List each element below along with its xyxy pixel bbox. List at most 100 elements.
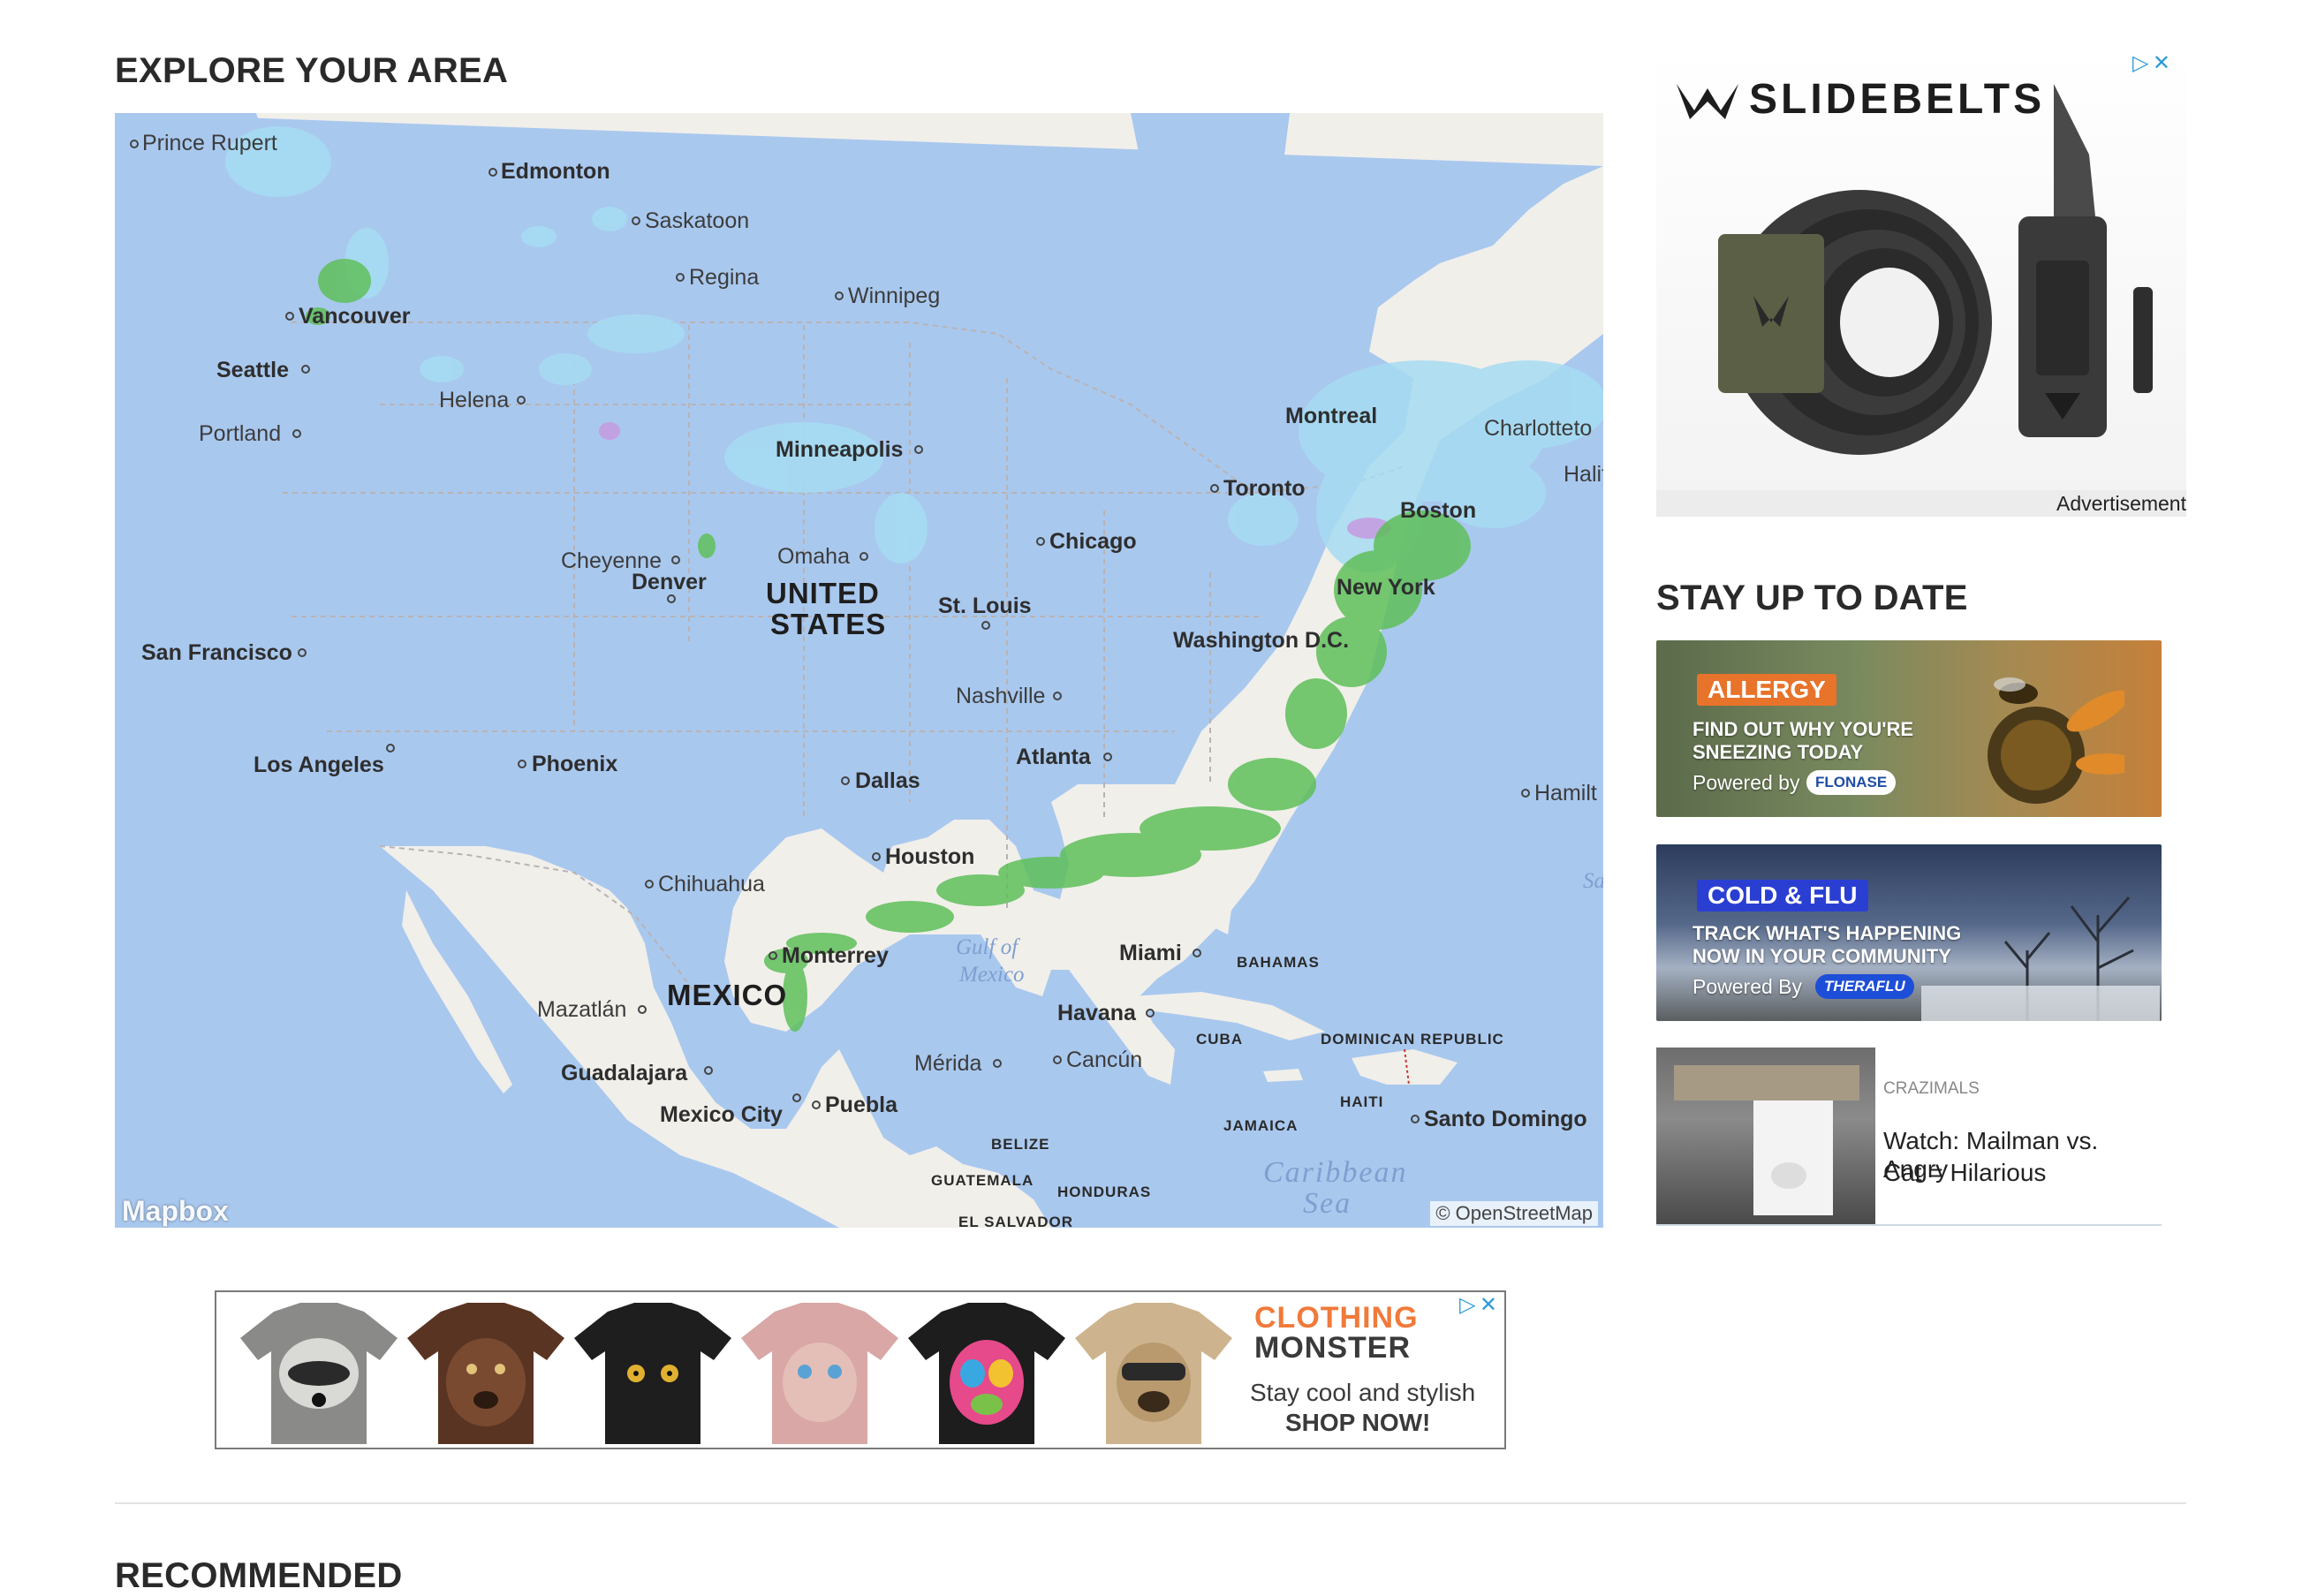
map-label: Monterrey — [782, 943, 889, 968]
article-title-line-2[interactable]: Cat = Hilarious — [1883, 1159, 2046, 1187]
map-label: HAITI — [1340, 1093, 1383, 1110]
map-label: New York — [1337, 575, 1435, 600]
map-label: Portland — [199, 421, 281, 446]
close-icon[interactable]: ✕ — [2153, 51, 2170, 75]
map-label: San Francisco — [141, 640, 292, 665]
map-label: CUBA — [1196, 1031, 1243, 1048]
map-label: HONDURAS — [1057, 1184, 1151, 1200]
map-label: GUATEMALA — [931, 1172, 1034, 1189]
map-label: Houston — [885, 844, 974, 869]
slidebelts-ad[interactable]: SLIDEBELTS ▷ ✕ Advertisement — [1656, 49, 2186, 522]
map-label: Mexico — [958, 963, 1025, 987]
adchoices-icon[interactable]: ▷ — [1459, 1293, 1475, 1317]
map-label: Vancouver — [299, 304, 411, 329]
map-label: Los Angeles — [254, 753, 384, 777]
pug-shirt-image — [1073, 1303, 1234, 1449]
cold-flu-headline-2: NOW IN YOUR COMMUNITY — [1692, 945, 1951, 967]
close-icon[interactable]: ✕ — [1480, 1293, 1497, 1317]
map-label: Seattle — [216, 358, 289, 382]
cold-flu-tag: COLD & FLU — [1697, 880, 1868, 911]
lake-superior — [1042, 378, 1210, 422]
map-label: Atlanta — [1016, 745, 1092, 769]
section-divider — [115, 1502, 2186, 1504]
hudson-bay — [1131, 113, 1290, 272]
recommended-title: RECOMMENDED — [115, 1556, 403, 1595]
map-label: Helena — [439, 388, 509, 412]
map-label: Phoenix — [532, 752, 617, 776]
theraflu-logo: THERAFLU — [1815, 974, 1914, 999]
map-label: Nashville — [956, 684, 1045, 708]
stay-up-to-date-title: STAY UP TO DATE — [1656, 579, 1968, 617]
map-label: BELIZE — [991, 1136, 1049, 1153]
map-label: Gulf of — [956, 935, 1020, 959]
map-label: Prince Rupert — [142, 131, 277, 155]
ad-image[interactable]: SLIDEBELTS ▷ ✕ — [1656, 49, 2186, 490]
map-label: JAMAICA — [1223, 1117, 1298, 1134]
west-coast — [115, 113, 389, 846]
map-label: Mérida — [914, 1051, 982, 1076]
map-label: Sa — [1583, 869, 1603, 893]
allergy-headline-2: SNEEZING TODAY — [1692, 741, 1864, 763]
explore-title: EXPLORE YOUR AREA — [115, 51, 509, 90]
map-label: UNITED — [766, 577, 880, 609]
map-label: Puebla — [825, 1093, 898, 1117]
map-label: Denver — [632, 570, 707, 594]
map-attribution[interactable]: © OpenStreetMap — [1430, 1201, 1598, 1226]
slidebelts-logo-icon — [1672, 75, 1743, 123]
map-label: Edmonton — [501, 159, 610, 184]
map-label: Mazatlán — [537, 997, 626, 1022]
map-label: BAHAMAS — [1237, 954, 1320, 971]
hispaniola — [1352, 1049, 1458, 1085]
clothing-cta[interactable]: SHOP NOW! — [1285, 1409, 1430, 1437]
weather-map[interactable]: Prince Rupert Edmonton Saskatoon Regina … — [115, 113, 1603, 1228]
cold-flu-headline-1: TRACK WHAT'S HAPPENING — [1692, 922, 1962, 944]
firestarter-image — [2133, 287, 2153, 393]
clothing-tagline: Stay cool and stylish — [1250, 1379, 1476, 1406]
map-label: Winnipeg — [848, 284, 940, 308]
ad-label: Advertisement — [2056, 492, 2186, 515]
sphynx-cat-shirt-image — [739, 1303, 900, 1449]
map-label: Havana — [1057, 1001, 1137, 1025]
dog-shirt-image — [405, 1303, 566, 1449]
adchoices-icon[interactable]: ▷ — [2132, 51, 2148, 75]
map-label: DOMINICAN REPUBLIC — [1321, 1031, 1504, 1048]
lake-erie — [1157, 546, 1228, 577]
map-label: EL SALVADOR — [958, 1214, 1073, 1228]
map-label: Chihuahua — [658, 872, 765, 896]
colorful-dog-shirt-image — [906, 1303, 1067, 1449]
map-label: Regina — [689, 265, 759, 290]
map-label: Dallas — [855, 768, 920, 793]
jamaica — [1263, 1069, 1303, 1082]
bee-flower-image — [1948, 658, 2138, 808]
clothing-monster-ad[interactable]: CLOTHING MONSTER Stay cool and stylish S… — [215, 1290, 1506, 1449]
map-label: Caribbean — [1263, 1156, 1407, 1189]
map-label: Mexico City — [660, 1102, 783, 1127]
map-label: STATES — [770, 608, 886, 640]
clothing-brand-line-2: MONSTER — [1254, 1331, 1411, 1365]
flonase-logo: FLONASE — [1806, 770, 1897, 795]
map-label: Minneapolis — [776, 437, 903, 462]
allergy-tag: ALLERGY — [1697, 674, 1836, 706]
map-label: Montreal — [1285, 404, 1377, 428]
mapbox-logo[interactable]: Mapbox — [122, 1195, 229, 1228]
map-label: Sea — [1303, 1187, 1352, 1220]
ad-label-bar: Advertisement — [1656, 490, 2186, 517]
raccoon-shirt-image — [239, 1303, 399, 1449]
map-label: Halif — [1564, 462, 1603, 487]
map-label: Omaha — [777, 544, 850, 569]
map-label: Toronto — [1223, 476, 1306, 501]
belt-image — [1700, 172, 1992, 464]
allergy-promo[interactable]: ALLERGY FIND OUT WHY YOU'RE SNEEZING TOD… — [1656, 640, 2162, 817]
allergy-headline-1: FIND OUT WHY YOU'RE — [1692, 718, 1914, 740]
map-label: Cancún — [1066, 1048, 1142, 1072]
map-canvas[interactable]: Prince Rupert Edmonton Saskatoon Regina … — [115, 113, 1603, 1228]
map-label: St. Louis — [938, 594, 1032, 618]
article-card[interactable]: CRAZIMALS Watch: Mailman vs. Angry Cat =… — [1656, 1048, 2162, 1226]
cold-flu-promo[interactable]: COLD & FLU TRACK WHAT'S HAPPENING NOW IN… — [1656, 844, 2162, 1021]
map-label: Washington D.C. — [1173, 628, 1349, 653]
article-thumbnail[interactable] — [1656, 1048, 1875, 1224]
map-label: Charlotteto — [1484, 416, 1592, 441]
cold-flu-powered-by: Powered By — [1692, 975, 1803, 998]
allergy-powered-by: Powered by — [1692, 771, 1800, 794]
buckle-image — [2001, 84, 2124, 455]
